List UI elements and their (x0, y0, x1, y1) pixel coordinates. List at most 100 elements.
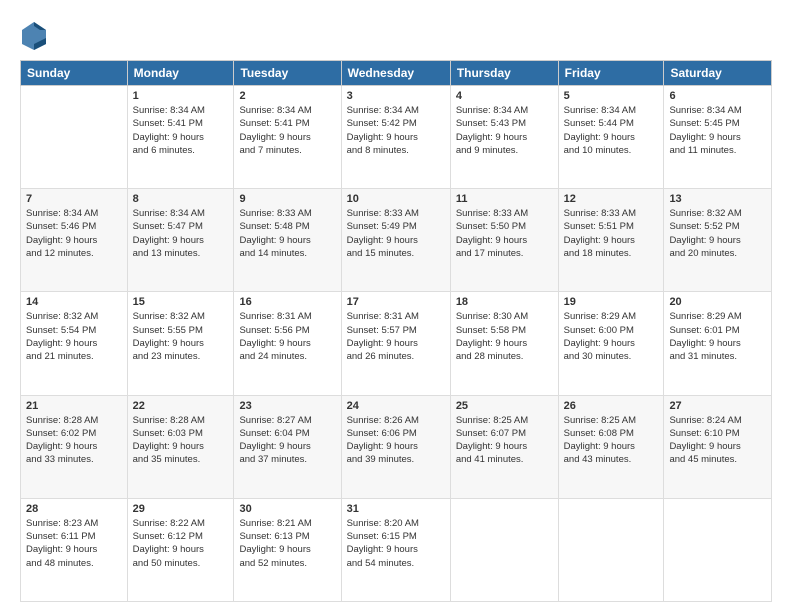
cell-content: Sunrise: 8:34 AMSunset: 5:41 PMDaylight:… (239, 104, 335, 157)
day-number: 17 (347, 296, 445, 308)
cell-content: Sunrise: 8:32 AMSunset: 5:52 PMDaylight:… (669, 207, 766, 260)
cell-content: Sunrise: 8:34 AMSunset: 5:46 PMDaylight:… (26, 207, 122, 260)
calendar-cell: 12 Sunrise: 8:33 AMSunset: 5:51 PMDayligh… (558, 189, 664, 292)
calendar-cell: 21 Sunrise: 8:28 AMSunset: 6:02 PMDayligh… (21, 395, 128, 498)
cell-content: Sunrise: 8:33 AMSunset: 5:49 PMDaylight:… (347, 207, 445, 260)
weekday-monday: Monday (127, 61, 234, 86)
calendar-table: SundayMondayTuesdayWednesdayThursdayFrid… (20, 60, 772, 602)
cell-content: Sunrise: 8:22 AMSunset: 6:12 PMDaylight:… (133, 517, 229, 570)
weekday-friday: Friday (558, 61, 664, 86)
day-number: 26 (564, 400, 659, 412)
calendar-cell: 4 Sunrise: 8:34 AMSunset: 5:43 PMDaylight… (450, 86, 558, 189)
cell-content: Sunrise: 8:28 AMSunset: 6:03 PMDaylight:… (133, 414, 229, 467)
calendar-cell (21, 86, 128, 189)
cell-content: Sunrise: 8:33 AMSunset: 5:51 PMDaylight:… (564, 207, 659, 260)
day-number: 11 (456, 193, 553, 205)
calendar-cell: 22 Sunrise: 8:28 AMSunset: 6:03 PMDayligh… (127, 395, 234, 498)
calendar-cell: 14 Sunrise: 8:32 AMSunset: 5:54 PMDayligh… (21, 292, 128, 395)
cell-content: Sunrise: 8:30 AMSunset: 5:58 PMDaylight:… (456, 310, 553, 363)
day-number: 5 (564, 90, 659, 102)
weekday-sunday: Sunday (21, 61, 128, 86)
cell-content: Sunrise: 8:20 AMSunset: 6:15 PMDaylight:… (347, 517, 445, 570)
day-number: 14 (26, 296, 122, 308)
calendar-cell: 17Sunrise: 8:31 AMSunset: 5:57 PMDayligh… (341, 292, 450, 395)
calendar-cell: 18 Sunrise: 8:30 AMSunset: 5:58 PMDayligh… (450, 292, 558, 395)
logo-icon (20, 20, 48, 52)
day-number: 27 (669, 400, 766, 412)
cell-content: Sunrise: 8:33 AMSunset: 5:50 PMDaylight:… (456, 207, 553, 260)
weekday-tuesday: Tuesday (234, 61, 341, 86)
cell-content: Sunrise: 8:28 AMSunset: 6:02 PMDaylight:… (26, 414, 122, 467)
calendar-cell: 25 Sunrise: 8:25 AMSunset: 6:07 PMDayligh… (450, 395, 558, 498)
day-number: 15 (133, 296, 229, 308)
cell-content: Sunrise: 8:34 AMSunset: 5:42 PMDaylight:… (347, 104, 445, 157)
calendar-cell: 7Sunrise: 8:34 AMSunset: 5:46 PMDaylight… (21, 189, 128, 292)
cell-content: Sunrise: 8:31 AMSunset: 5:56 PMDaylight:… (239, 310, 335, 363)
calendar-cell: 6Sunrise: 8:34 AMSunset: 5:45 PMDaylight… (664, 86, 772, 189)
day-number: 8 (133, 193, 229, 205)
weekday-header-row: SundayMondayTuesdayWednesdayThursdayFrid… (21, 61, 772, 86)
calendar-cell: 3 Sunrise: 8:34 AMSunset: 5:42 PMDaylight… (341, 86, 450, 189)
cell-content: Sunrise: 8:23 AMSunset: 6:11 PMDaylight:… (26, 517, 122, 570)
day-number: 20 (669, 296, 766, 308)
calendar-cell: 5 Sunrise: 8:34 AMSunset: 5:44 PMDaylight… (558, 86, 664, 189)
calendar-cell: 13 Sunrise: 8:32 AMSunset: 5:52 PMDayligh… (664, 189, 772, 292)
week-row-1: 1 Sunrise: 8:34 AMSunset: 5:41 PMDaylight… (21, 86, 772, 189)
cell-content: Sunrise: 8:24 AMSunset: 6:10 PMDaylight:… (669, 414, 766, 467)
cell-content: Sunrise: 8:34 AMSunset: 5:41 PMDaylight:… (133, 104, 229, 157)
day-number: 1 (133, 90, 229, 102)
cell-content: Sunrise: 8:29 AMSunset: 6:01 PMDaylight:… (669, 310, 766, 363)
calendar-cell: 31 Sunrise: 8:20 AMSunset: 6:15 PMDayligh… (341, 498, 450, 601)
header (20, 16, 772, 52)
calendar-cell: 24 Sunrise: 8:26 AMSunset: 6:06 PMDayligh… (341, 395, 450, 498)
cell-content: Sunrise: 8:26 AMSunset: 6:06 PMDaylight:… (347, 414, 445, 467)
day-number: 21 (26, 400, 122, 412)
weekday-thursday: Thursday (450, 61, 558, 86)
calendar-cell (450, 498, 558, 601)
week-row-5: 28Sunrise: 8:23 AMSunset: 6:11 PMDayligh… (21, 498, 772, 601)
calendar-page: SundayMondayTuesdayWednesdayThursdayFrid… (0, 0, 792, 612)
calendar-cell: 30Sunrise: 8:21 AMSunset: 6:13 PMDayligh… (234, 498, 341, 601)
calendar-cell: 10 Sunrise: 8:33 AMSunset: 5:49 PMDayligh… (341, 189, 450, 292)
week-row-4: 21 Sunrise: 8:28 AMSunset: 6:02 PMDayligh… (21, 395, 772, 498)
calendar-cell: 15 Sunrise: 8:32 AMSunset: 5:55 PMDayligh… (127, 292, 234, 395)
cell-content: Sunrise: 8:25 AMSunset: 6:07 PMDaylight:… (456, 414, 553, 467)
day-number: 29 (133, 503, 229, 515)
day-number: 23 (239, 400, 335, 412)
weekday-saturday: Saturday (664, 61, 772, 86)
calendar-cell: 2 Sunrise: 8:34 AMSunset: 5:41 PMDaylight… (234, 86, 341, 189)
day-number: 30 (239, 503, 335, 515)
cell-content: Sunrise: 8:34 AMSunset: 5:45 PMDaylight:… (669, 104, 766, 157)
cell-content: Sunrise: 8:34 AMSunset: 5:44 PMDaylight:… (564, 104, 659, 157)
week-row-2: 7Sunrise: 8:34 AMSunset: 5:46 PMDaylight… (21, 189, 772, 292)
calendar-cell: 16 Sunrise: 8:31 AMSunset: 5:56 PMDayligh… (234, 292, 341, 395)
cell-content: Sunrise: 8:32 AMSunset: 5:54 PMDaylight:… (26, 310, 122, 363)
day-number: 24 (347, 400, 445, 412)
calendar-cell: 29 Sunrise: 8:22 AMSunset: 6:12 PMDayligh… (127, 498, 234, 601)
weekday-wednesday: Wednesday (341, 61, 450, 86)
week-row-3: 14 Sunrise: 8:32 AMSunset: 5:54 PMDayligh… (21, 292, 772, 395)
day-number: 18 (456, 296, 553, 308)
day-number: 13 (669, 193, 766, 205)
day-number: 3 (347, 90, 445, 102)
day-number: 10 (347, 193, 445, 205)
day-number: 31 (347, 503, 445, 515)
day-number: 9 (239, 193, 335, 205)
calendar-cell: 1 Sunrise: 8:34 AMSunset: 5:41 PMDaylight… (127, 86, 234, 189)
calendar-cell: 20 Sunrise: 8:29 AMSunset: 6:01 PMDayligh… (664, 292, 772, 395)
day-number: 22 (133, 400, 229, 412)
calendar-cell: 26 Sunrise: 8:25 AMSunset: 6:08 PMDayligh… (558, 395, 664, 498)
cell-content: Sunrise: 8:33 AMSunset: 5:48 PMDaylight:… (239, 207, 335, 260)
day-number: 25 (456, 400, 553, 412)
cell-content: Sunrise: 8:34 AMSunset: 5:43 PMDaylight:… (456, 104, 553, 157)
calendar-cell: 9 Sunrise: 8:33 AMSunset: 5:48 PMDaylight… (234, 189, 341, 292)
day-number: 12 (564, 193, 659, 205)
day-number: 4 (456, 90, 553, 102)
day-number: 2 (239, 90, 335, 102)
cell-content: Sunrise: 8:34 AMSunset: 5:47 PMDaylight:… (133, 207, 229, 260)
cell-content: Sunrise: 8:25 AMSunset: 6:08 PMDaylight:… (564, 414, 659, 467)
cell-content: Sunrise: 8:32 AMSunset: 5:55 PMDaylight:… (133, 310, 229, 363)
day-number: 16 (239, 296, 335, 308)
calendar-cell (664, 498, 772, 601)
calendar-cell: 8 Sunrise: 8:34 AMSunset: 5:47 PMDaylight… (127, 189, 234, 292)
